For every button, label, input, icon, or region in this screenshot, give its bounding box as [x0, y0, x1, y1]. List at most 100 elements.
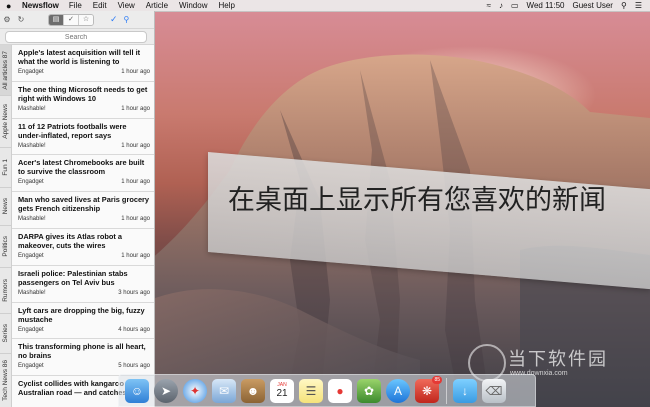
article-source: Mashable! — [18, 105, 46, 112]
mail-icon[interactable]: ✉ — [212, 378, 236, 403]
search-input[interactable] — [5, 31, 147, 43]
article-source: Mashable! — [18, 216, 46, 223]
article-title: This transforming phone is all heart, no… — [18, 342, 146, 361]
menu-view[interactable]: View — [118, 1, 135, 10]
tab-fun[interactable]: Fun 1 — [0, 147, 11, 188]
toolbar: ⚙ ↻ ▤ ✓ ☆ ✓ ⚲ — [0, 11, 154, 29]
wifi-icon[interactable]: ≈ — [487, 1, 491, 10]
article-source: Engadget — [18, 252, 44, 259]
article-title: Israeli police: Palestinian stabs passen… — [18, 268, 128, 287]
menu-window[interactable]: Window — [179, 1, 207, 10]
menu-article[interactable]: Article — [146, 1, 168, 10]
newsflow-icon[interactable]: ❋ 85 — [415, 375, 442, 403]
article-title: Lyft cars are dropping the big, fuzzy mu… — [18, 305, 145, 324]
feed-tab-column: All articles 87 Apple News Fun 1 News Po… — [0, 45, 12, 407]
article-title: The one thing Microsoft needs to get rig… — [18, 84, 148, 103]
tab-label: Series — [2, 323, 9, 343]
list-item[interactable]: Apple's latest acquisition will tell it … — [12, 45, 154, 82]
list-item[interactable]: DARPA gives its Atlas robot a makeover, … — [12, 228, 154, 266]
menu-extras: ≈ ♪ ▭ Wed 11:50 Guest User ⚲ ☰ — [479, 1, 650, 10]
safari-icon[interactable]: ✦ — [183, 378, 207, 403]
spotlight-icon[interactable]: ⚲ — [621, 1, 627, 10]
article-source: Engadget — [18, 363, 44, 370]
article-title: DARPA gives its Atlas robot a makeover, … — [18, 231, 123, 250]
tab-label: News — [2, 197, 9, 215]
list-item[interactable]: 11 of 12 Patriots footballs were under-i… — [12, 118, 154, 156]
tab-series[interactable]: Series — [0, 313, 11, 354]
tab-label: Apple News — [2, 103, 9, 139]
list-item[interactable]: Lyft cars are dropping the big, fuzzy mu… — [12, 302, 154, 340]
list-item[interactable]: Acer's latest Chromebooks are built to s… — [12, 155, 154, 193]
article-list: Apple's latest acquisition will tell it … — [12, 45, 154, 407]
article-time: 1 hour ago — [121, 142, 150, 149]
reminders-icon[interactable]: ● — [328, 378, 352, 403]
tab-label: Fun 1 — [2, 158, 9, 176]
article-title: Apple's latest acquisition will tell it … — [18, 48, 141, 66]
menu-app-name[interactable]: Newsflow — [22, 1, 59, 10]
tab-label: Politics — [2, 235, 9, 257]
notification-center-icon[interactable]: ☰ — [635, 1, 642, 10]
search-bar — [0, 29, 154, 45]
tab-tech-news[interactable]: Tech News 86 — [0, 353, 11, 407]
menu-edit[interactable]: Edit — [93, 1, 107, 10]
article-title: Acer's latest Chromebooks are built to s… — [18, 158, 145, 177]
menu-user[interactable]: Guest User — [573, 1, 613, 10]
star-icon[interactable]: ☆ — [79, 14, 93, 25]
article-time: 1 hour ago — [121, 69, 150, 75]
article-time: 3 hours ago — [118, 289, 150, 296]
dock-separator — [446, 377, 447, 404]
tab-politics[interactable]: Politics — [0, 225, 11, 268]
tab-all-articles[interactable]: All articles 87 — [0, 45, 11, 96]
dock: ☺ ➤ ✦ ✉ ☻ JAN 21 ☰ ● ✿ A ❋ 85 ↓ ⌫ — [118, 374, 536, 407]
apple-menu-icon[interactable]: ● — [6, 1, 16, 11]
article-time: 4 hours ago — [118, 326, 150, 333]
refresh-icon[interactable]: ↻ — [14, 15, 28, 24]
newsflow-window: ⚙ ↻ ▤ ✓ ☆ ✓ ⚲ All articles 87 Apple News… — [0, 11, 155, 407]
search-icon[interactable]: ⚲ — [124, 15, 130, 24]
launchpad-icon[interactable]: ➤ — [154, 378, 178, 403]
tab-news[interactable]: News — [0, 187, 11, 226]
notes-icon[interactable]: ☰ — [299, 378, 323, 403]
list-item[interactable]: The one thing Microsoft needs to get rig… — [12, 81, 154, 119]
inbox-icon[interactable]: ▤ — [49, 14, 64, 25]
article-time: 5 hours ago — [118, 363, 150, 370]
list-item[interactable]: Man who saved lives at Paris grocery get… — [12, 192, 154, 229]
promo-banner-text: 在桌面上显示所有您喜欢的新闻 — [228, 185, 606, 216]
photos-icon[interactable]: ✿ — [357, 378, 381, 403]
gear-icon[interactable]: ⚙ — [0, 15, 14, 24]
article-source: Mashable! — [18, 142, 46, 149]
menu-clock[interactable]: Wed 11:50 — [527, 1, 565, 10]
article-title: 11 of 12 Patriots footballs were under-i… — [18, 121, 127, 140]
app-store-icon[interactable]: A — [386, 378, 410, 403]
article-time: 1 hour ago — [121, 252, 150, 259]
article-source: Engadget — [18, 326, 44, 333]
downloads-folder-icon[interactable]: ↓ — [453, 378, 477, 403]
volume-icon[interactable]: ♪ — [499, 1, 503, 10]
trash-icon[interactable]: ⌫ — [482, 378, 506, 403]
checkmark-circle-icon[interactable]: ✓ — [64, 14, 79, 25]
contacts-icon[interactable]: ☻ — [241, 378, 265, 403]
article-time: 1 hour ago — [121, 216, 150, 223]
list-item[interactable]: This transforming phone is all heart, no… — [12, 339, 154, 377]
calendar-day: 21 — [276, 388, 288, 399]
article-title: Man who saved lives at Paris grocery get… — [18, 195, 150, 214]
tab-rumors[interactable]: Rumors — [0, 267, 11, 314]
list-item[interactable]: Israeli police: Palestinian stabs passen… — [12, 265, 154, 303]
filter-segmented-control: ▤ ✓ ☆ — [48, 13, 94, 26]
battery-icon[interactable]: ▭ — [511, 1, 519, 10]
tab-label: All articles 87 — [2, 50, 9, 90]
article-source: Engadget — [18, 69, 44, 75]
finder-icon[interactable]: ☺ — [125, 378, 149, 403]
watermark-text: 当下软件园 — [508, 349, 608, 370]
tab-apple-news[interactable]: Apple News — [0, 95, 11, 148]
calendar-icon[interactable]: JAN 21 — [270, 378, 294, 403]
menu-file[interactable]: File — [69, 1, 82, 10]
menu-help[interactable]: Help — [218, 1, 234, 10]
mark-read-icon[interactable]: ✓ — [110, 14, 118, 25]
article-time: 1 hour ago — [121, 105, 150, 112]
unread-badge: 85 — [432, 375, 442, 384]
article-source: Engadget — [18, 179, 44, 186]
article-source: Mashable! — [18, 289, 46, 296]
tab-label: Tech News 86 — [2, 359, 9, 401]
article-time: 1 hour ago — [121, 179, 150, 186]
